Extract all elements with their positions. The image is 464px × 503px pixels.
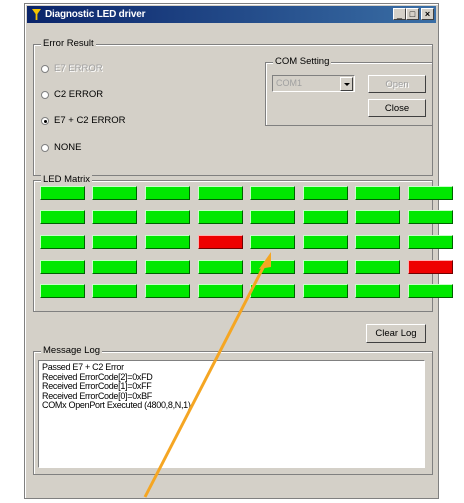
radio-e7-error[interactable]: E7 ERROR	[41, 63, 103, 74]
led-cell	[408, 186, 453, 200]
maximize-button[interactable]: □	[406, 8, 419, 20]
radio-c2-error-dot[interactable]	[41, 90, 49, 99]
led-cell	[408, 260, 453, 274]
com-port-select[interactable]: COM1	[272, 75, 355, 92]
close-port-button[interactable]: Close	[368, 99, 426, 117]
led-cell	[198, 186, 243, 200]
led-cell	[92, 186, 137, 200]
radio-none-dot[interactable]	[41, 143, 49, 152]
message-log-label: Message Log	[41, 345, 103, 356]
log-line: COMx OpenPort Executed (4800,8,N,1)	[42, 400, 191, 411]
led-cell	[92, 260, 137, 274]
radio-e7-c2-error-dot[interactable]	[41, 116, 49, 125]
radio-c2-error[interactable]: C2 ERROR	[41, 89, 103, 100]
message-log-textarea[interactable]: Passed E7 + C2 Error Received ErrorCode[…	[38, 360, 425, 468]
led-cell	[303, 235, 348, 249]
led-cell	[92, 284, 137, 298]
app-icon	[32, 9, 41, 20]
led-cell	[303, 284, 348, 298]
clear-log-button[interactable]: Clear Log	[366, 324, 426, 343]
com-port-value: COM1	[276, 78, 303, 88]
led-cell	[250, 210, 295, 224]
led-cell	[355, 186, 400, 200]
led-cell	[40, 186, 85, 200]
led-cell	[40, 260, 85, 274]
open-button[interactable]: Open	[368, 75, 426, 93]
led-cell	[40, 210, 85, 224]
chevron-down-icon[interactable]	[340, 77, 353, 91]
led-cell	[92, 210, 137, 224]
window-title: Diagnostic LED driver	[45, 9, 146, 20]
led-cell	[355, 260, 400, 274]
led-cell	[303, 260, 348, 274]
error-result-label: Error Result	[41, 38, 96, 49]
radio-none[interactable]: NONE	[41, 142, 81, 153]
led-cell	[198, 284, 243, 298]
led-cell	[145, 235, 190, 249]
radio-e7-error-label: E7 ERROR	[54, 63, 103, 74]
radio-none-label: NONE	[54, 142, 82, 153]
led-cell	[250, 284, 295, 298]
led-cell	[145, 284, 190, 298]
radio-c2-error-label: C2 ERROR	[54, 89, 104, 100]
led-cell	[250, 235, 295, 249]
led-cell	[92, 235, 137, 249]
title-bar[interactable]: Diagnostic LED driver _ □ ×	[27, 6, 436, 23]
led-matrix-label: LED Matrix	[41, 174, 92, 185]
close-window-button[interactable]: ×	[421, 8, 434, 20]
led-cell	[250, 260, 295, 274]
led-cell	[355, 284, 400, 298]
radio-e7-c2-error-label: E7 + C2 ERROR	[54, 115, 126, 126]
led-cell	[303, 210, 348, 224]
minimize-button[interactable]: _	[393, 8, 406, 20]
led-matrix	[40, 186, 453, 298]
led-cell	[408, 284, 453, 298]
led-cell	[355, 235, 400, 249]
led-cell	[408, 235, 453, 249]
led-cell	[303, 186, 348, 200]
radio-e7-error-dot[interactable]	[41, 64, 49, 73]
led-cell	[40, 235, 85, 249]
led-cell	[145, 186, 190, 200]
led-cell	[198, 260, 243, 274]
led-cell	[408, 210, 453, 224]
led-cell	[145, 210, 190, 224]
com-setting-label: COM Setting	[273, 56, 332, 67]
led-cell	[250, 186, 295, 200]
led-cell	[198, 235, 243, 249]
window-controls: _ □ ×	[393, 8, 434, 20]
led-cell	[198, 210, 243, 224]
led-cell	[145, 260, 190, 274]
led-cell	[355, 210, 400, 224]
led-cell	[40, 284, 85, 298]
radio-e7-c2-error[interactable]: E7 + C2 ERROR	[41, 115, 126, 126]
